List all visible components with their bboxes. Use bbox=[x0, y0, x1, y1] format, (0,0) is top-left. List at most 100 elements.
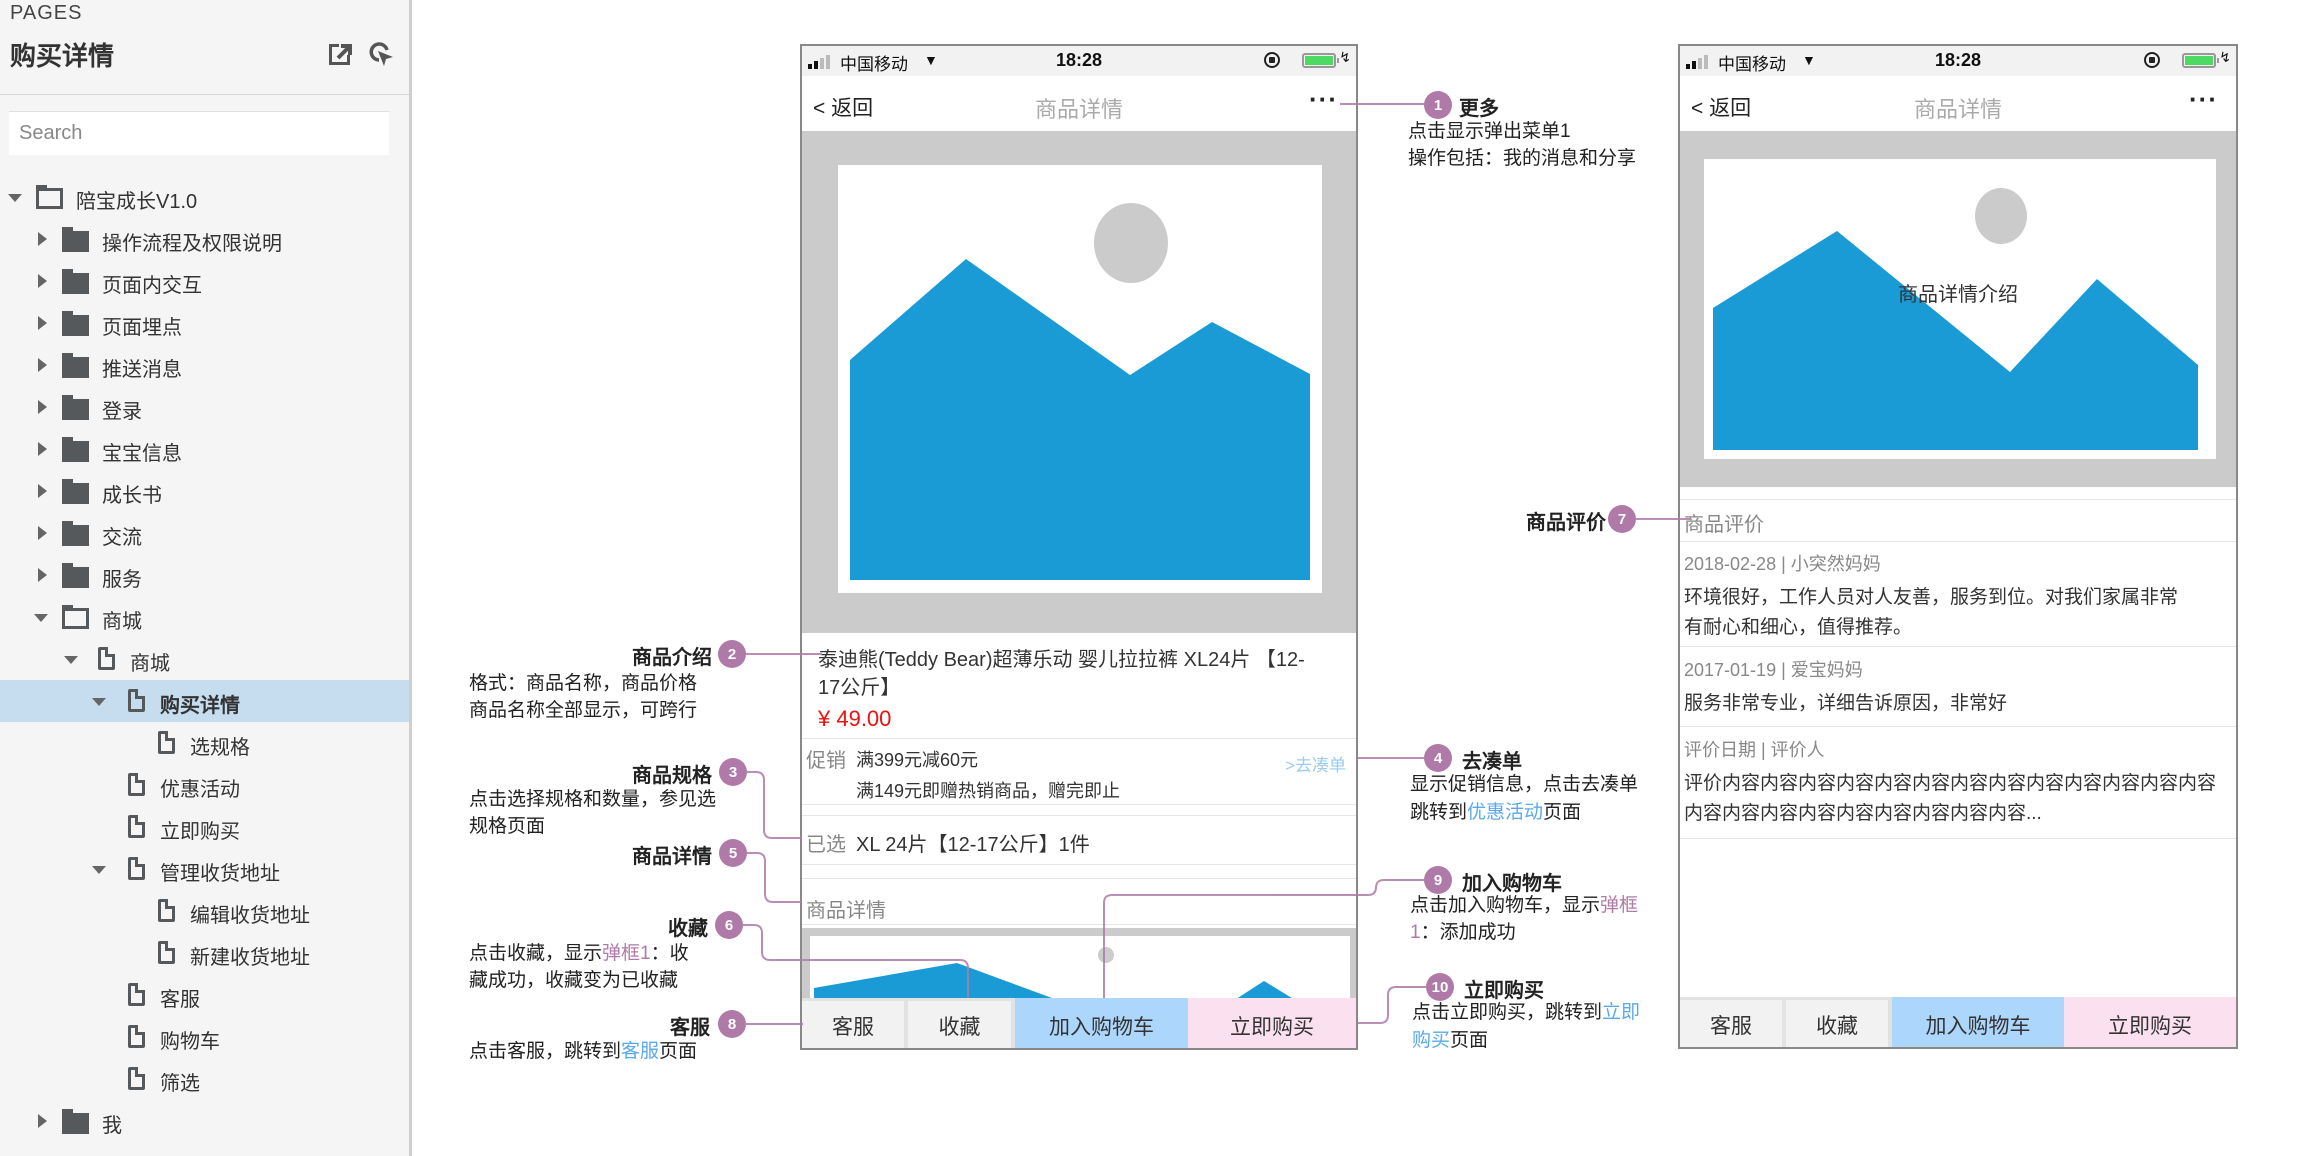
divider bbox=[1680, 541, 2236, 542]
annotation-text: 购买页面 bbox=[1412, 1030, 1489, 1051]
tree-item-label: 登录 bbox=[102, 401, 142, 423]
annotation-badge: 5 bbox=[719, 839, 747, 867]
review-text: 评价内容内容内容内容内容内容内容内容内容内容内容内容内容 bbox=[1684, 773, 2217, 794]
more-button[interactable]: ··· bbox=[2189, 84, 2218, 115]
annotation-badge: 4 bbox=[1424, 744, 1452, 772]
caret-right-icon[interactable] bbox=[38, 1114, 47, 1128]
product-title-line1: 泰迪熊(Teddy Bear)超薄乐动 婴儿拉拉裤 XL24片 【12- bbox=[818, 649, 1305, 671]
buy-now-button[interactable]: 立即购买 bbox=[2064, 997, 2236, 1047]
caret-down-icon[interactable] bbox=[64, 656, 78, 664]
product-image bbox=[838, 165, 1322, 593]
annotation-badge: 10 bbox=[1426, 973, 1454, 1001]
tree-item[interactable]: 购物车 bbox=[0, 1016, 409, 1058]
caret-right-icon[interactable] bbox=[38, 442, 47, 456]
divider bbox=[802, 878, 1356, 879]
tree-item[interactable]: 选规格 bbox=[0, 722, 409, 764]
tree-item[interactable]: 购买详情 bbox=[0, 680, 409, 722]
popup-link[interactable]: 弹框 bbox=[1600, 895, 1638, 916]
product-image-carousel[interactable] bbox=[802, 131, 1356, 633]
tree-item[interactable]: 管理收货地址 bbox=[0, 848, 409, 890]
nav-title: 商品详情 bbox=[1034, 97, 1123, 122]
caret-right-icon[interactable] bbox=[38, 358, 47, 372]
review-text: 环境很好，工作人员对人友善，服务到位。对我们家属非常 bbox=[1684, 587, 2179, 608]
search-input[interactable] bbox=[9, 111, 389, 155]
caret-right-icon[interactable] bbox=[38, 526, 47, 540]
caret-down-icon[interactable] bbox=[8, 194, 22, 202]
customer-service-page-link[interactable]: 客服 bbox=[621, 1041, 659, 1062]
promotions-page-link[interactable]: 优惠活动 bbox=[1467, 802, 1543, 823]
tree-item[interactable]: 服务 bbox=[0, 554, 409, 596]
favorite-button[interactable]: 收藏 bbox=[1786, 997, 1892, 1047]
caret-right-icon[interactable] bbox=[38, 484, 47, 498]
tree-item[interactable]: 新建收货地址 bbox=[0, 932, 409, 974]
nav-title: 商品详情 bbox=[1913, 97, 2002, 122]
annotation-badge: 1 bbox=[1424, 91, 1452, 119]
tree-item[interactable]: 成长书 bbox=[0, 470, 409, 512]
tree-item[interactable]: 页面内交互 bbox=[0, 260, 409, 302]
caret-right-icon[interactable] bbox=[38, 232, 47, 246]
annotation-title: 客服 bbox=[670, 1017, 710, 1039]
caret-right-icon[interactable] bbox=[38, 568, 47, 582]
tree-item-label: 操作流程及权限说明 bbox=[102, 233, 282, 255]
tree-item[interactable]: 我 bbox=[0, 1100, 409, 1142]
tree-item[interactable]: 筛选 bbox=[0, 1058, 409, 1100]
caret-right-icon[interactable] bbox=[38, 274, 47, 288]
tree-item[interactable]: 登录 bbox=[0, 386, 409, 428]
select-page-cursor-icon[interactable] bbox=[367, 40, 395, 68]
tree-item[interactable]: 页面埋点 bbox=[0, 302, 409, 344]
header-divider bbox=[0, 94, 409, 95]
favorite-button[interactable]: 收藏 bbox=[908, 998, 1015, 1048]
tree-item[interactable]: 宝宝信息 bbox=[0, 428, 409, 470]
add-to-cart-button[interactable]: 加入购物车 bbox=[1892, 997, 2064, 1047]
connector-3 bbox=[747, 771, 802, 839]
caret-down-icon[interactable] bbox=[92, 698, 106, 706]
image-placeholder-icon bbox=[1713, 188, 2198, 450]
annotation-title: 更多 bbox=[1459, 98, 1499, 120]
tree-item[interactable]: 商城 bbox=[0, 638, 409, 680]
customer-service-button[interactable]: 客服 bbox=[802, 998, 908, 1048]
annotation-text: 1：添加成功 bbox=[1410, 922, 1516, 943]
buy-now-page-link[interactable]: 立即 bbox=[1602, 1002, 1640, 1023]
add-to-cart-button[interactable]: 加入购物车 bbox=[1015, 998, 1188, 1048]
connector-5 bbox=[747, 852, 802, 903]
review-meta: 2017-01-19 | 爱宝妈妈 bbox=[1684, 660, 1863, 680]
tree-item-label: 成长书 bbox=[102, 485, 162, 507]
page-icon bbox=[128, 1025, 145, 1048]
caret-right-icon[interactable] bbox=[38, 316, 47, 330]
tree-item[interactable]: 陪宝成长V1.0 bbox=[0, 176, 409, 218]
tree-item-label: 页面内交互 bbox=[102, 275, 202, 297]
folder-icon bbox=[62, 563, 89, 588]
charging-icon: ↯ bbox=[2219, 49, 2231, 65]
tree-item[interactable]: 优惠活动 bbox=[0, 764, 409, 806]
buy-now-button[interactable]: 立即购买 bbox=[1188, 998, 1356, 1048]
annotation-title: 商品介绍 bbox=[632, 647, 712, 669]
page-title: 购买详情 bbox=[10, 41, 115, 71]
annotation-text: 点击立即购买，跳转到立即 bbox=[1412, 1002, 1641, 1023]
annotation-text: 藏成功，收藏变为已收藏 bbox=[469, 970, 679, 991]
annotation-title: 去凑单 bbox=[1462, 751, 1522, 773]
divider bbox=[802, 864, 1356, 865]
tree-item[interactable]: 推送消息 bbox=[0, 344, 409, 386]
page-icon bbox=[158, 941, 175, 964]
page-icon bbox=[128, 983, 145, 1006]
export-page-icon[interactable] bbox=[326, 40, 354, 68]
go-combine-order-link[interactable]: >去凑单 bbox=[1285, 751, 1346, 776]
caret-down-icon[interactable] bbox=[34, 614, 48, 622]
tree-item[interactable]: 编辑收货地址 bbox=[0, 890, 409, 932]
customer-service-button[interactable]: 客服 bbox=[1680, 997, 1786, 1047]
more-button[interactable]: ··· bbox=[1309, 84, 1338, 115]
folder-icon bbox=[62, 479, 89, 504]
tree-item[interactable]: 立即购买 bbox=[0, 806, 409, 848]
tree-item-label: 优惠活动 bbox=[160, 779, 240, 801]
tree-item[interactable]: 商城 bbox=[0, 596, 409, 638]
tree-item-label: 我 bbox=[102, 1115, 122, 1137]
phone-mockup-product-reviews: 中国移动 ▼ 18:28 ↯ < 返回 商品详情 ··· 商品详情介绍 商品评价… bbox=[1678, 44, 2238, 1049]
tree-item[interactable]: 交流 bbox=[0, 512, 409, 554]
product-title-line2: 17公斤】 bbox=[818, 677, 901, 699]
tree-item[interactable]: 客服 bbox=[0, 974, 409, 1016]
popup-1-link[interactable]: 弹框1 bbox=[602, 943, 651, 964]
tree-item[interactable]: 操作流程及权限说明 bbox=[0, 218, 409, 260]
annotation-text: 商品名称全部显示，可跨行 bbox=[469, 700, 698, 721]
caret-right-icon[interactable] bbox=[38, 400, 47, 414]
caret-down-icon[interactable] bbox=[92, 866, 106, 874]
